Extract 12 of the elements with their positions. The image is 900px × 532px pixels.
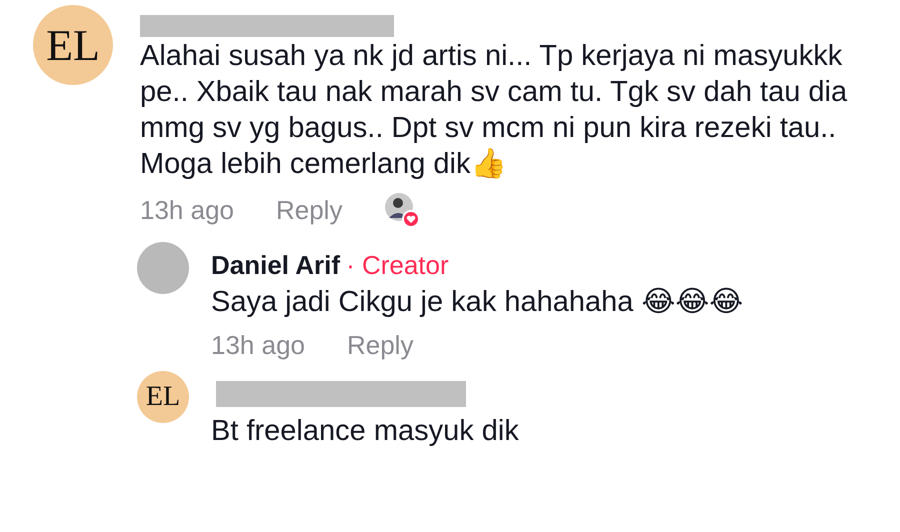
reply-link[interactable]: Reply bbox=[346, 330, 414, 361]
comment-text: Alahai susah ya nk jd artis ni... Tp kerjaya ni masyukkk pe.. Xbaik tau nak marah sv cam tu. Tgk sv dah tau dia mmg sv yg bagus.. Dpt sv mcm ni pun kira rezeki tau.. Moga lebih cemerlang dik👍 bbox=[140, 39, 848, 182]
comment-text: Bt freelance masyuk dik bbox=[211, 414, 520, 449]
username[interactable]: Daniel Arif bbox=[211, 250, 340, 280]
monogram-avatar: EL bbox=[33, 5, 113, 85]
reply-link[interactable]: Reply bbox=[276, 194, 342, 226]
timestamp: 13h ago bbox=[211, 330, 305, 361]
timestamp: 13h ago bbox=[140, 194, 234, 226]
creator-label: · Creator bbox=[346, 250, 449, 280]
monogram-avatar: EL bbox=[137, 371, 189, 423]
avatar-photo bbox=[137, 242, 189, 294]
comment-text: Saya jadi Cikgu je kak hahahaha 😂😂😂 bbox=[211, 285, 744, 320]
